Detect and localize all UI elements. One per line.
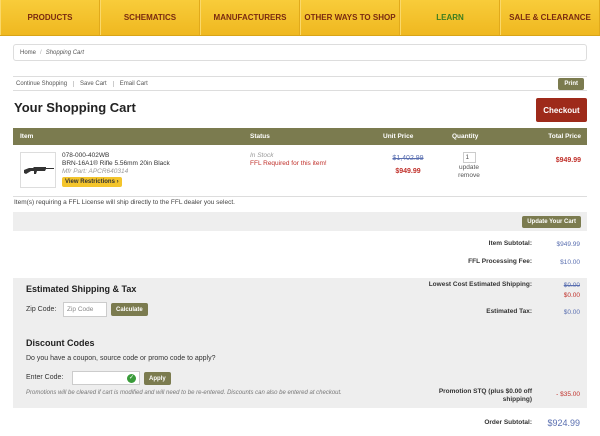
ffl-shipping-note: Item(s) requiring a FFL License will shi… xyxy=(14,199,235,206)
sale-price: $949.99 xyxy=(395,168,421,175)
shipping-original-value: $0.00 xyxy=(563,282,580,289)
unit-prices: $1,402.99 $949.99 xyxy=(378,155,438,175)
nav-learn[interactable]: LEARN xyxy=(400,0,500,35)
top-nav: PRODUCTS SCHEMATICS MANUFACTURERS OTHER … xyxy=(0,0,600,36)
stock-status: In Stock xyxy=(250,152,274,159)
header-quantity: Quantity xyxy=(452,133,479,140)
enter-code-label: Enter Code: xyxy=(26,374,64,381)
rifle-thumbnail[interactable] xyxy=(20,152,56,188)
view-restrictions-button[interactable]: View Restrictions › xyxy=(62,177,122,187)
zip-label: Zip Code: xyxy=(26,306,57,313)
breadcrumb-current: Shopping Cart xyxy=(45,49,85,56)
shipping-estimate-label: Lowest Cost Estimated Shipping: xyxy=(428,281,532,288)
update-cart-button[interactable]: Update Your Cart xyxy=(522,216,581,228)
promotion-label: Promotion STQ (plus $0.00 off shipping) xyxy=(438,388,532,403)
calculate-button[interactable]: Calculate xyxy=(111,303,148,316)
item-mfr-part: Mfr Part: APCR640314 xyxy=(62,168,129,175)
estimated-tax-value: $0.00 xyxy=(563,309,580,316)
cart-actions: Continue Shopping Save Cart Email Cart P… xyxy=(13,76,587,91)
cart-item-row: 078-000-402WB BRN-16A1® Rifle 5.56mm 20i… xyxy=(13,145,587,197)
item-name[interactable]: BRN-16A1® Rifle 5.56mm 20in Black xyxy=(62,160,170,168)
header-total: Total Price xyxy=(548,133,581,140)
page-title: Your Shopping Cart xyxy=(14,100,136,115)
checkout-button[interactable]: Checkout xyxy=(536,98,587,122)
shipping-estimate-value: $0.00 xyxy=(563,292,580,299)
ffl-fee-label: FFL Processing Fee: xyxy=(468,258,532,265)
order-subtotal-label: Order Subtotal: xyxy=(484,419,532,426)
item-subtotal-label: Item Subtotal: xyxy=(488,240,532,247)
item-total: $949.99 xyxy=(555,157,581,164)
shipping-title: Estimated Shipping & Tax xyxy=(26,284,137,294)
discount-title: Discount Codes xyxy=(26,338,95,348)
cart-table-header: Item Status Unit Price Quantity Total Pr… xyxy=(13,128,587,145)
discount-question: Do you have a coupon, source code or pro… xyxy=(26,355,216,362)
item-status: In Stock FFL Required for this item! xyxy=(250,152,330,168)
header-item: Item xyxy=(20,133,34,140)
breadcrumb-home[interactable]: Home xyxy=(20,50,36,56)
original-price: $1,402.99 xyxy=(392,155,424,162)
breadcrumb-separator: / xyxy=(40,49,42,56)
promotion-value: - $35.00 xyxy=(556,391,580,398)
promo-note: Promotions will be cleared if cart is mo… xyxy=(26,390,342,396)
item-info: 078-000-402WB BRN-16A1® Rifle 5.56mm 20i… xyxy=(62,152,170,187)
remove-link[interactable]: remove xyxy=(454,172,484,180)
estimated-tax-label: Estimated Tax: xyxy=(486,308,532,315)
item-sku: 078-000-402WB xyxy=(62,152,110,159)
ffl-required-text: FFL Required for this item! xyxy=(250,160,327,167)
quantity-cell: 1 update remove xyxy=(454,152,484,180)
check-icon: ✓ xyxy=(127,374,136,383)
breadcrumb: Home / Shopping Cart xyxy=(13,44,587,61)
promo-code-input[interactable]: ✓ xyxy=(72,371,140,385)
nav-manufacturers[interactable]: MANUFACTURERS xyxy=(200,0,300,35)
nav-sale[interactable]: SALE & CLEARANCE xyxy=(500,0,600,35)
zip-code-input[interactable]: Zip Code xyxy=(63,302,107,317)
nav-other-ways[interactable]: OTHER WAYS TO SHOP xyxy=(300,0,400,35)
save-cart-link[interactable]: Save Cart xyxy=(74,80,114,87)
nav-products[interactable]: PRODUCTS xyxy=(0,0,100,35)
apply-button[interactable]: Apply xyxy=(144,372,171,385)
continue-shopping-link[interactable]: Continue Shopping xyxy=(13,80,75,87)
header-status: Status xyxy=(250,133,270,140)
ffl-fee-value: $10.00 xyxy=(560,259,580,266)
update-bar: Update Your Cart xyxy=(13,212,587,231)
nav-schematics[interactable]: SCHEMATICS xyxy=(100,0,200,35)
print-button[interactable]: Print xyxy=(558,78,584,90)
header-unit-price: Unit Price xyxy=(383,133,414,140)
email-cart-link[interactable]: Email Cart xyxy=(114,81,154,87)
item-subtotal-value: $949.99 xyxy=(556,241,581,248)
quantity-input[interactable]: 1 xyxy=(462,152,476,163)
order-subtotal-value: $924.99 xyxy=(547,418,580,428)
update-link[interactable]: update xyxy=(454,164,484,172)
